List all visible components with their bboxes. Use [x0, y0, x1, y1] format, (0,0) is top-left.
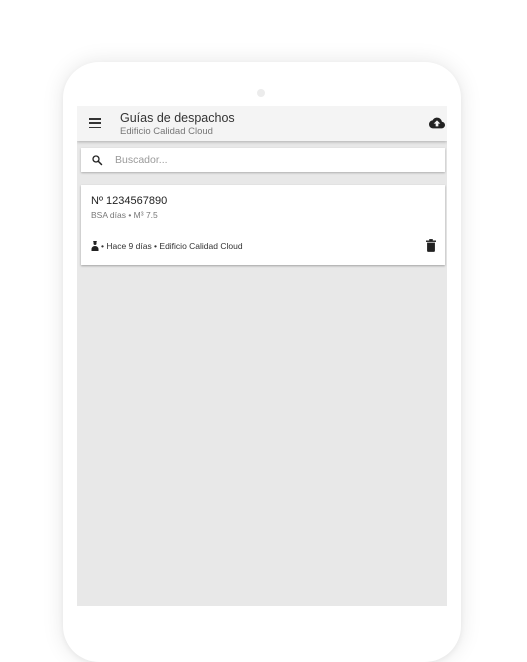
guide-meta-text: • Hace 9 días • Edificio Calidad Cloud — [101, 241, 243, 251]
guide-card[interactable]: Nº 1234567890 BSA días • M³ 7.5 • Hace 9… — [81, 185, 445, 265]
page-subtitle: Edificio Calidad Cloud — [120, 126, 213, 137]
guide-meta: • Hace 9 días • Edificio Calidad Cloud — [91, 239, 243, 253]
cloud-upload-icon[interactable] — [429, 116, 445, 130]
app-screen: Guías de despachos Edificio Calidad Clou… — [77, 106, 447, 606]
user-icon — [91, 241, 99, 251]
search-icon — [92, 155, 103, 166]
front-camera — [257, 89, 265, 97]
app-bar: Guías de despachos Edificio Calidad Clou… — [77, 106, 447, 141]
page-title: Guías de despachos — [120, 111, 235, 125]
trash-icon[interactable] — [426, 239, 436, 252]
guide-number: Nº 1234567890 — [91, 195, 168, 207]
search-input[interactable] — [111, 150, 439, 170]
menu-icon[interactable] — [89, 118, 101, 129]
search-bar — [81, 148, 445, 172]
guide-details: BSA días • M³ 7.5 — [91, 210, 158, 220]
